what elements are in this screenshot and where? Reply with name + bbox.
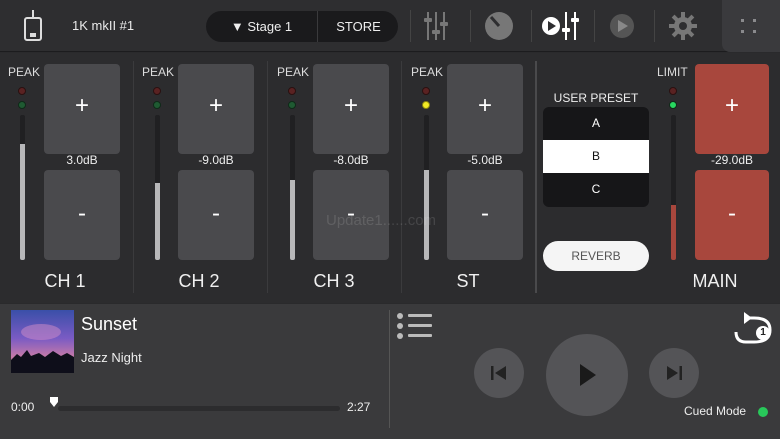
channel-strip-st: PEAK + -5.0dB - ST: [403, 53, 533, 303]
limit-label: LIMIT: [657, 65, 688, 79]
track-title: Sunset: [81, 314, 138, 334]
repeat-count-badge: 1: [756, 326, 770, 340]
peak-label: PEAK: [8, 65, 41, 79]
gain-up-button[interactable]: +: [447, 64, 523, 154]
gain-value: 3.0dB: [66, 153, 98, 167]
repeat-one-button[interactable]: 1: [732, 312, 776, 346]
cued-mode-indicator: [758, 407, 768, 417]
play-button[interactable]: [546, 334, 628, 416]
gain-value: -5.0dB: [467, 153, 503, 167]
gain-down-button[interactable]: -: [695, 170, 769, 260]
gain-up-button[interactable]: +: [178, 64, 254, 154]
cued-mode-label: Cued Mode: [684, 404, 747, 418]
gain-down-button[interactable]: -: [178, 170, 254, 260]
channel-strip-ch2: PEAK + -9.0dB - CH 2: [134, 53, 268, 303]
gain-value: -9.0dB: [198, 153, 234, 167]
scene-selector: ▼ Stage 1 STORE: [206, 11, 398, 42]
clip-led: [422, 87, 430, 95]
next-button[interactable]: [649, 348, 699, 398]
divider: [410, 10, 411, 42]
divider: [470, 10, 471, 42]
preset-b[interactable]: B: [543, 140, 649, 173]
channel-strip-ch1: PEAK + 3.0dB - CH 1: [0, 53, 134, 303]
device-icon[interactable]: [24, 10, 42, 42]
clip-led: [18, 87, 26, 95]
level-meter: [155, 115, 160, 260]
gain-value: -29.0dB: [710, 153, 754, 167]
clip-led: [153, 87, 161, 95]
level-meter: [671, 115, 676, 260]
top-bar: 1K mkII #1 ▼ Stage 1 STORE: [0, 0, 780, 52]
repeat-one-icon: [734, 312, 772, 344]
gain-value: -8.0dB: [333, 153, 369, 167]
divider: [535, 61, 537, 293]
signal-led: [422, 101, 430, 109]
store-button[interactable]: STORE: [319, 11, 398, 42]
channel-name: CH 3: [313, 271, 355, 291]
play-sliders-icon[interactable]: [540, 8, 584, 44]
divider: [401, 61, 402, 293]
signal-led: [18, 101, 26, 109]
divider: [389, 310, 390, 428]
gain-up-button[interactable]: +: [313, 64, 389, 154]
signal-led: [153, 101, 161, 109]
player-panel: Sunset Jazz Night 0:00 2:27 1 Cued Mode: [0, 304, 780, 439]
user-preset-title: USER PRESET: [553, 91, 639, 105]
skip-back-icon: [491, 366, 506, 380]
divider: [531, 10, 532, 42]
peak-label: PEAK: [277, 65, 310, 79]
peak-label: PEAK: [142, 65, 175, 79]
signal-led: [288, 101, 296, 109]
play-circle-icon[interactable]: [606, 8, 638, 44]
level-meter: [424, 115, 429, 260]
channel-name: CH 2: [178, 271, 220, 291]
divider: [267, 61, 268, 293]
user-preset-selector: A B C: [543, 107, 649, 207]
watermark: Update1......com: [326, 212, 437, 229]
menu-button[interactable]: [722, 0, 780, 52]
level-meter: [290, 115, 295, 260]
playlist-icon[interactable]: [396, 312, 434, 342]
preset-a[interactable]: A: [543, 107, 649, 140]
total-time: 2:27: [347, 400, 371, 414]
skip-forward-icon: [667, 366, 682, 380]
play-icon: [580, 364, 596, 386]
channel-strip-ch3: PEAK + -8.0dB - CH 3: [269, 53, 403, 303]
track-artist: Jazz Night: [81, 350, 142, 365]
level-meter: [20, 115, 25, 260]
knob-icon[interactable]: [482, 8, 516, 44]
gain-down-button[interactable]: -: [44, 170, 120, 260]
gain-up-button[interactable]: +: [44, 64, 120, 154]
progress-track[interactable]: [58, 406, 340, 411]
peak-label: PEAK: [411, 65, 444, 79]
gain-up-button[interactable]: +: [695, 64, 769, 154]
divider: [594, 10, 595, 42]
divider: [654, 10, 655, 42]
limit-led: [669, 101, 677, 109]
clip-led: [669, 87, 677, 95]
mixer-panel: PEAK + 3.0dB - CH 1 PEAK + -9.0dB - CH 2…: [0, 53, 780, 303]
channel-name: CH 1: [44, 271, 86, 291]
gain-down-button[interactable]: -: [447, 170, 523, 260]
device-name[interactable]: 1K mkII #1: [72, 18, 134, 33]
channel-name: MAIN: [692, 271, 738, 291]
scene-dropdown[interactable]: ▼ Stage 1: [206, 11, 318, 42]
reverb-button[interactable]: REVERB: [543, 241, 649, 271]
previous-button[interactable]: [474, 348, 524, 398]
preset-c[interactable]: C: [543, 173, 649, 206]
progress-thumb[interactable]: [49, 396, 59, 408]
album-art[interactable]: [11, 310, 74, 373]
mixer-sliders-icon[interactable]: [422, 8, 454, 44]
elapsed-time: 0:00: [11, 400, 35, 414]
clip-led: [288, 87, 296, 95]
grid-menu-icon: [741, 19, 756, 33]
channel-strip-main: LIMIT + -29.0dB - MAIN: [651, 53, 780, 303]
gear-icon[interactable]: [666, 8, 700, 44]
channel-name: ST: [456, 271, 480, 291]
